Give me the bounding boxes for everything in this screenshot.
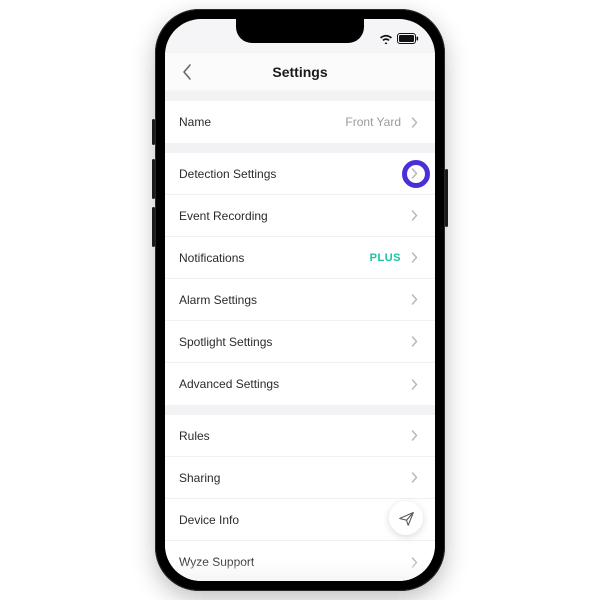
row-advanced-settings[interactable]: Advanced Settings [165, 363, 435, 405]
row-label: Spotlight Settings [179, 335, 407, 349]
chevron-right-icon [407, 209, 421, 223]
side-button [152, 207, 155, 247]
section-gap [165, 91, 435, 101]
phone-frame: Settings Name Front Yard [155, 9, 445, 591]
chevron-right-icon [407, 251, 421, 265]
side-button [445, 169, 448, 227]
wifi-icon [379, 33, 393, 44]
chevron-right-icon [407, 555, 421, 569]
group-name: Name Front Yard [165, 101, 435, 143]
side-button [152, 119, 155, 145]
group-settings-b: Rules Sharing Device Info Wyze Supp [165, 415, 435, 581]
plus-badge: PLUS [370, 252, 401, 264]
row-rules[interactable]: Rules [165, 415, 435, 457]
row-alarm-settings[interactable]: Alarm Settings [165, 279, 435, 321]
chevron-right-icon [407, 167, 421, 181]
row-notifications[interactable]: Notifications PLUS [165, 237, 435, 279]
chevron-right-icon [407, 377, 421, 391]
row-label: Detection Settings [179, 167, 407, 181]
chevron-left-icon [181, 63, 193, 81]
chevron-right-icon [407, 335, 421, 349]
row-label: Name [179, 115, 345, 129]
row-label: Wyze Support [179, 555, 407, 569]
row-label: Event Recording [179, 209, 407, 223]
row-label: Advanced Settings [179, 377, 407, 391]
chevron-right-icon [407, 471, 421, 485]
section-gap [165, 143, 435, 153]
row-event-recording[interactable]: Event Recording [165, 195, 435, 237]
back-button[interactable] [173, 58, 201, 86]
chevron-right-icon [407, 115, 421, 129]
chevron-right-icon [407, 293, 421, 307]
row-label: Sharing [179, 471, 407, 485]
row-label: Notifications [179, 251, 370, 265]
row-wyze-support[interactable]: Wyze Support [165, 541, 435, 581]
row-label: Alarm Settings [179, 293, 407, 307]
row-name[interactable]: Name Front Yard [165, 101, 435, 143]
nav-bar: Settings [165, 53, 435, 91]
section-gap [165, 405, 435, 415]
share-fab[interactable] [389, 501, 423, 535]
row-label: Rules [179, 429, 407, 443]
notch [236, 19, 364, 43]
chevron-right-icon [407, 429, 421, 443]
row-sharing[interactable]: Sharing [165, 457, 435, 499]
row-label: Device Info [179, 513, 407, 527]
row-value: Front Yard [345, 115, 401, 129]
group-settings-a: Detection Settings Event Recording Notif… [165, 153, 435, 405]
page-title: Settings [272, 64, 327, 80]
battery-icon [397, 33, 419, 44]
screen: Settings Name Front Yard [165, 19, 435, 581]
paper-plane-icon [398, 510, 415, 527]
side-button [152, 159, 155, 199]
row-spotlight-settings[interactable]: Spotlight Settings [165, 321, 435, 363]
row-detection-settings[interactable]: Detection Settings [165, 153, 435, 195]
